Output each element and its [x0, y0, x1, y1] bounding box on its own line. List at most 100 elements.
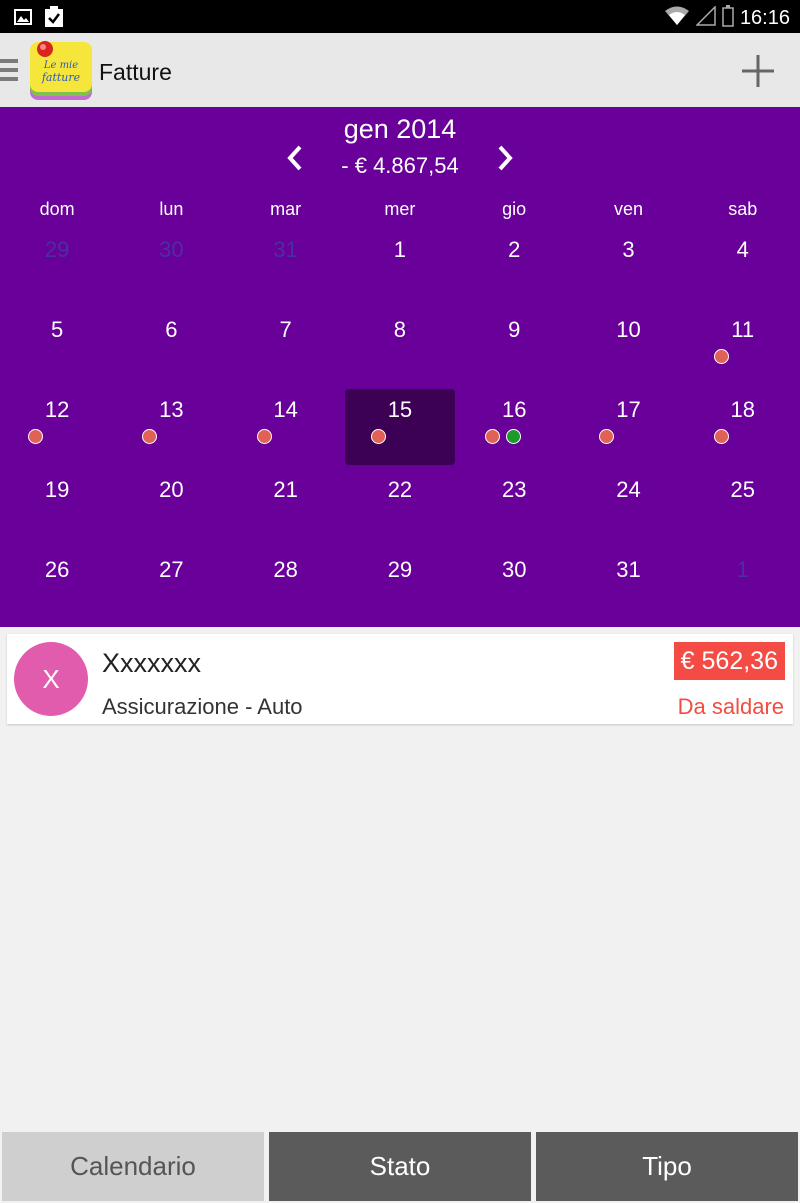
- calendar-day[interactable]: 8: [343, 309, 457, 389]
- calendar-day[interactable]: 20: [114, 469, 228, 549]
- battery-icon: [722, 5, 734, 32]
- calendar-day[interactable]: 23: [457, 469, 571, 549]
- day-number: 29: [44, 237, 70, 262]
- calendar-day[interactable]: 31: [571, 549, 685, 629]
- wifi-icon: [664, 6, 690, 31]
- day-number: 1: [393, 237, 407, 262]
- event-dots: [599, 429, 615, 444]
- day-number: 27: [159, 557, 184, 582]
- day-number: 30: [159, 237, 184, 262]
- signal-icon: [695, 5, 716, 31]
- status-label: Da saldare: [677, 694, 784, 719]
- day-number: 22: [387, 477, 413, 502]
- month-total: - € 4.867,54: [341, 153, 459, 178]
- avatar: X: [14, 642, 88, 716]
- amount-badge: € 562,36: [673, 642, 785, 680]
- weekday-label: mer: [384, 199, 416, 219]
- calendar-day[interactable]: 28: [229, 549, 343, 629]
- svg-text:Le mie: Le mie: [43, 60, 78, 71]
- calendar-day[interactable]: 29: [343, 549, 457, 629]
- weekday-label: lun: [159, 199, 184, 219]
- calendar-week: 12 13 14 15 16 17 18: [0, 389, 800, 469]
- calendar-day[interactable]: 9: [457, 309, 571, 389]
- calendar-day[interactable]: 12: [0, 389, 114, 469]
- calendar-grid: 29 30 31 1 2 3 4 5 6 7 8 9 10 11 12 13 14 15 16 17 18 19 20 21 2…: [0, 229, 800, 629]
- day-number: 8: [393, 317, 407, 342]
- calendar-day[interactable]: 31: [229, 229, 343, 309]
- calendar-day[interactable]: 29: [0, 229, 114, 309]
- action-bar: Le mie fatture Fatture: [0, 33, 800, 107]
- clipboard-check-icon: [44, 6, 64, 33]
- day-number: 30: [501, 557, 527, 582]
- weekday-label: gio: [502, 199, 527, 219]
- invoice-category: Assicurazione - Auto: [102, 694, 303, 719]
- chevron-left-icon[interactable]: [282, 143, 308, 173]
- day-number: 12: [44, 397, 70, 422]
- chevron-right-icon[interactable]: [492, 143, 518, 173]
- hamburger-icon[interactable]: [0, 59, 18, 83]
- invoice-list-item[interactable]: X Xxxxxxx Assicurazione - Auto € 562,36 …: [7, 634, 793, 724]
- day-number: 31: [616, 557, 641, 582]
- plus-icon[interactable]: [738, 51, 778, 91]
- calendar-day[interactable]: 25: [686, 469, 800, 549]
- tab-stato[interactable]: Stato: [269, 1132, 531, 1201]
- svg-text:fatture: fatture: [41, 71, 81, 84]
- calendar-week: 26 27 28 29 30 31 1: [0, 549, 800, 629]
- calendar-day[interactable]: 19: [0, 469, 114, 549]
- red-event-dot: [370, 429, 386, 444]
- weekday-label: mar: [270, 199, 302, 219]
- calendar-day[interactable]: 7: [229, 309, 343, 389]
- event-dots: [28, 429, 43, 444]
- day-number: 5: [51, 317, 64, 342]
- calendar-day[interactable]: 6: [114, 309, 228, 389]
- event-dots: [713, 429, 729, 444]
- app-logo[interactable]: Le mie fatture: [28, 40, 92, 102]
- calendar-day[interactable]: 30: [114, 229, 228, 309]
- calendar-day[interactable]: 22: [343, 469, 457, 549]
- calendar-day[interactable]: 1: [686, 549, 800, 629]
- calendar-day[interactable]: 18: [686, 389, 800, 469]
- calendar-day[interactable]: 10: [571, 309, 685, 389]
- calendar-day[interactable]: 16: [457, 389, 571, 469]
- calendar-day[interactable]: 2: [457, 229, 571, 309]
- day-number: 16: [501, 397, 527, 422]
- green-event-dot: [506, 429, 522, 444]
- calendar-day[interactable]: 3: [571, 229, 685, 309]
- calendar-day[interactable]: 13: [114, 389, 228, 469]
- day-number: 13: [159, 397, 184, 422]
- tab-tipo[interactable]: Tipo: [536, 1132, 798, 1201]
- calendar-day[interactable]: 5: [0, 309, 114, 389]
- day-number: 10: [616, 317, 641, 342]
- red-event-dot: [713, 429, 729, 444]
- calendar-day[interactable]: 24: [571, 469, 685, 549]
- day-number: 6: [165, 317, 178, 342]
- calendar-day[interactable]: 14: [229, 389, 343, 469]
- calendar-week: 19 20 21 22 23 24 25: [0, 469, 800, 549]
- bottom-tabs: Calendario Stato Tipo: [0, 1130, 800, 1203]
- calendar-day[interactable]: 30: [457, 549, 571, 629]
- tab-calendario[interactable]: Calendario: [2, 1132, 264, 1201]
- red-event-dot: [485, 429, 501, 444]
- red-event-dot: [599, 429, 615, 444]
- invoice-name: Xxxxxxx: [102, 648, 202, 678]
- calendar-day[interactable]: 21: [229, 469, 343, 549]
- calendar-day[interactable]: 27: [114, 549, 228, 629]
- month-title: gen 2014: [343, 114, 457, 144]
- day-number: 23: [501, 477, 527, 502]
- day-number: 14: [273, 397, 298, 422]
- day-number: 7: [279, 317, 292, 342]
- calendar-day[interactable]: 26: [0, 549, 114, 629]
- calendar-day[interactable]: 17: [571, 389, 685, 469]
- day-number: 1: [736, 557, 749, 582]
- day-number: 3: [622, 237, 635, 262]
- red-event-dot: [713, 349, 729, 364]
- calendar-day-selected[interactable]: 15: [343, 389, 457, 469]
- day-number: 25: [730, 477, 755, 502]
- calendar-day[interactable]: 1: [343, 229, 457, 309]
- clock-time: 16:16: [739, 7, 790, 29]
- red-event-dot: [142, 429, 158, 444]
- day-number: 15: [387, 397, 413, 422]
- calendar-week: 5 6 7 8 9 10 11: [0, 309, 800, 389]
- calendar-day[interactable]: 11: [686, 309, 800, 389]
- calendar-day[interactable]: 4: [686, 229, 800, 309]
